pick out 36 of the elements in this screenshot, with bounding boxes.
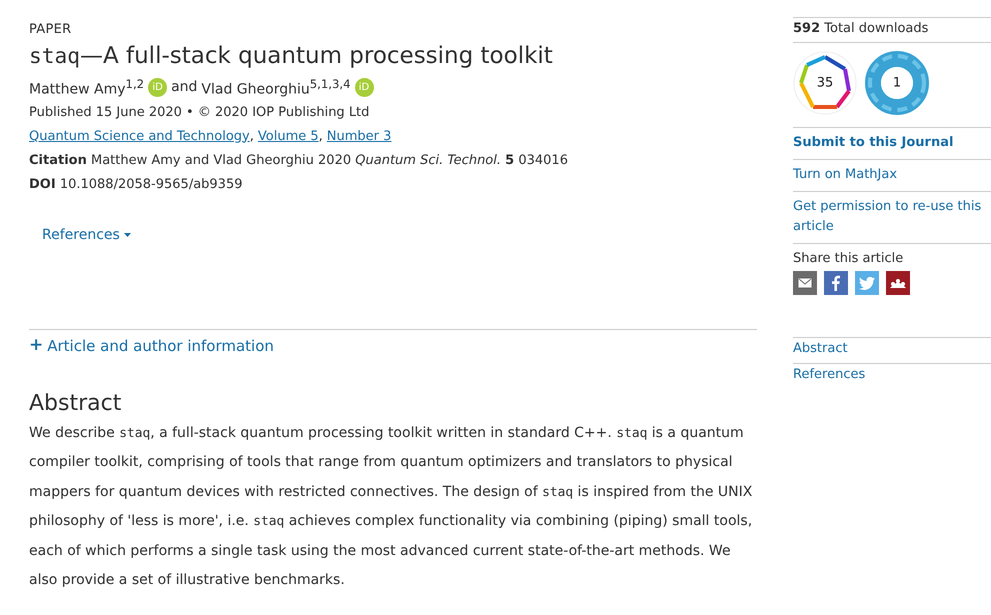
facebook-icon xyxy=(832,275,840,291)
altmetric-badge-icon xyxy=(865,51,929,115)
sidebar-link[interactable]: Turn on MathJax xyxy=(793,159,991,191)
share-label: Share this article xyxy=(793,251,904,266)
author-name: Vlad Gheorghiu$^{5,1,3,4}$ xyxy=(201,77,351,98)
article-info-toggle[interactable]: + Article and author information xyxy=(29,328,757,355)
share-button[interactable] xyxy=(793,271,817,295)
section-nav-link[interactable]: Abstract xyxy=(793,337,991,363)
article-type-label: PAPER xyxy=(29,22,72,37)
badge-score: 1 xyxy=(892,76,902,90)
journal-link[interactable]: Number 3 xyxy=(326,128,392,144)
publication-info: Published 15 June 2020 • © 2020 IOP Publishing Ltd xyxy=(29,104,370,120)
people-icon xyxy=(890,278,906,288)
dimensions-badge-icon xyxy=(793,51,857,115)
sidebar-link[interactable]: Get permission to re-use this article xyxy=(793,191,991,243)
abstract-heading: Abstract xyxy=(29,390,122,416)
caret-icon xyxy=(124,232,131,237)
link-separator: , xyxy=(318,128,323,144)
bird-icon xyxy=(859,276,875,290)
article-title: staq—A full-stack quantum processing toolkit xyxy=(29,43,554,69)
doi-text: DOI 10.1088/2058-9565/ab9359 xyxy=(29,176,242,192)
journal-link[interactable]: Quantum Science and Technology xyxy=(29,128,250,144)
author-name: Matthew Amy$^{1,2}$ xyxy=(29,77,144,98)
sidebar-link[interactable]: Submit to this Journal xyxy=(793,127,991,159)
abstract-text: We describe staq, a full-stack quantum processing toolkit written in standard C++. staq is a quantum compiler toolkit, comprising of tools that range from quantum optimizers and translators to physical mappers for quantum devices with restricted connectives. The design of staq is inspired from the UNIX philosophy of 'less is more', i.e. staq achieves complex functionality via combining (piping) small tools, each of which performs a single task using the most advanced current state-of-the-art methods. We also provide a set of illustrative benchmarks. xyxy=(29,424,754,590)
badge-score: 35 xyxy=(816,76,834,90)
email-icon xyxy=(798,278,812,288)
share-button[interactable] xyxy=(824,271,848,295)
share-button[interactable] xyxy=(886,271,910,295)
references-dropdown[interactable]: References xyxy=(42,226,131,243)
journal-link[interactable]: Volume 5 xyxy=(258,128,319,144)
downloads-count: 592 Total downloads xyxy=(793,21,928,36)
citation-text: Citation Matthew Amy and Vlad Gheorghiu 2020 Quantum Sci. Technol. 5 034016 xyxy=(29,152,568,168)
section-nav-link[interactable]: References xyxy=(793,363,991,389)
author-joiner: and xyxy=(171,79,198,96)
link-separator: , xyxy=(250,128,254,144)
